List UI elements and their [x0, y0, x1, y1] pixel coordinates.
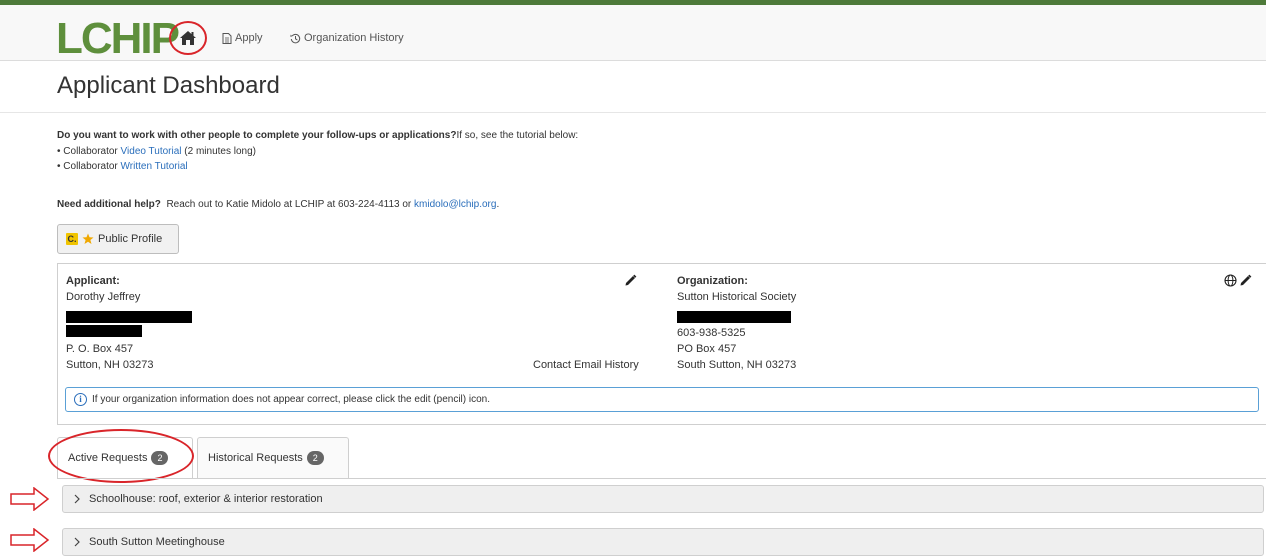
redacted-block — [66, 325, 142, 337]
request-title: South Sutton Meetinghouse — [89, 536, 225, 548]
organization-address-line-2: South Sutton, NH 03273 — [677, 359, 797, 371]
home-button[interactable] — [169, 21, 207, 55]
navbar: LCHIP Apply Organization History — [0, 5, 1266, 61]
tab-baseline — [57, 478, 1266, 479]
home-icon — [180, 31, 196, 45]
star-icon — [82, 233, 94, 244]
written-tutorial-link[interactable]: Written Tutorial — [121, 161, 188, 172]
video-tutorial-link[interactable]: Video Tutorial — [121, 146, 182, 157]
info-alert-text: If your organization information does no… — [92, 394, 490, 405]
candid-badge: C. — [66, 233, 78, 245]
organization-phone: 603-938-5325 — [677, 327, 746, 339]
chevron-right-icon — [74, 494, 80, 504]
request-item-schoolhouse[interactable]: Schoolhouse: roof, exterior & interior r… — [62, 485, 1264, 513]
help-text: Need additional help? Reach out to Katie… — [57, 199, 499, 210]
public-profile-button[interactable]: C. Public Profile — [57, 224, 179, 254]
help-body: Reach out to Katie Midolo at LCHIP at 60… — [160, 199, 415, 210]
document-icon — [222, 32, 232, 44]
applicant-organization-card: Applicant: Dorothy Jeffrey P. O. Box 457… — [57, 263, 1266, 425]
title-divider — [0, 112, 1266, 113]
applicant-edit-pencil-icon[interactable] — [624, 274, 637, 287]
request-item-meetinghouse[interactable]: South Sutton Meetinghouse — [62, 528, 1264, 556]
organization-address-line-1: PO Box 457 — [677, 343, 737, 355]
annotation-arrow-icon — [10, 528, 50, 552]
applicant-label: Applicant: — [66, 275, 120, 287]
collaborator-question-bold: Do you want to work with other people to… — [57, 130, 457, 141]
info-icon: i — [74, 393, 87, 406]
organization-label: Organization: — [677, 275, 748, 287]
organization-edit-pencil-icon[interactable] — [1239, 274, 1252, 287]
help-email-link[interactable]: kmidolo@lchip.org — [414, 199, 496, 210]
organization-name-link[interactable]: Sutton Historical Society — [677, 291, 796, 303]
collaborator-question: Do you want to work with other people to… — [57, 130, 578, 141]
history-icon — [290, 33, 301, 43]
lchip-logo[interactable]: LCHIP — [56, 17, 180, 61]
collaborator-question-rest: If so, see the tutorial below: — [456, 130, 579, 141]
list-item-video-tutorial: • Collaborator Video Tutorial (2 minutes… — [57, 146, 256, 157]
public-profile-label: Public Profile — [98, 233, 163, 245]
applicant-name: Dorothy Jeffrey — [66, 291, 141, 303]
contact-email-history-link[interactable]: Contact Email History — [533, 359, 639, 371]
nav-apply-label: Apply — [235, 32, 263, 44]
tab-historical-requests[interactable]: Historical Requests 2 — [197, 437, 349, 478]
globe-icon[interactable] — [1224, 274, 1237, 287]
tab-historical-requests-label: Historical Requests — [208, 452, 303, 464]
redacted-block — [66, 311, 192, 323]
request-title: Schoolhouse: roof, exterior & interior r… — [89, 493, 323, 505]
chevron-right-icon — [74, 537, 80, 547]
applicant-address-line-1: P. O. Box 457 — [66, 343, 134, 355]
help-end: . — [496, 199, 500, 210]
annotation-arrow-icon — [10, 487, 50, 511]
historical-requests-count-badge: 2 — [306, 451, 324, 465]
bullet-prefix: Collaborator — [63, 146, 121, 157]
bullet-prefix: Collaborator — [63, 161, 121, 172]
nav-history-link[interactable]: Organization History — [290, 32, 404, 44]
annotation-circle-active-tab — [48, 429, 194, 483]
applicant-address-line-2: Sutton, NH 03273 — [66, 359, 154, 371]
info-alert: i If your organization information does … — [65, 387, 1259, 412]
bullet-suffix: (2 minutes long) — [181, 146, 256, 157]
nav-apply-link[interactable]: Apply — [222, 32, 263, 44]
list-item-written-tutorial: • Collaborator Written Tutorial — [57, 161, 188, 172]
help-bold: Need additional help? — [57, 199, 161, 210]
nav-history-label: Organization History — [304, 32, 404, 44]
page-title: Applicant Dashboard — [57, 72, 280, 99]
redacted-block — [677, 311, 791, 323]
